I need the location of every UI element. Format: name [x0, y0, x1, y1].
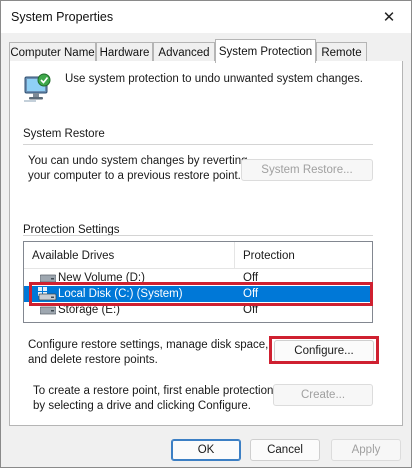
drive-row-e[interactable]: Storage (E:) Off — [24, 302, 372, 318]
system-restore-description-line2: your computer to a previous restore poin… — [28, 170, 241, 182]
window-title: System Properties — [11, 10, 114, 24]
create-button[interactable]: Create... — [273, 384, 373, 406]
system-restore-title: System Restore — [23, 128, 105, 140]
system-drive-icon — [38, 287, 57, 301]
drive-icon — [40, 306, 56, 315]
drive-row-d[interactable]: New Volume (D:) Off — [24, 270, 372, 286]
column-protection[interactable]: Protection — [235, 242, 372, 269]
tab-strip: Computer Name Hardware Advanced System P… — [9, 39, 403, 63]
system-restore-divider — [23, 144, 373, 145]
protection-settings-divider — [23, 235, 373, 236]
configure-description-line1: Configure restore settings, manage disk … — [28, 339, 269, 351]
drive-icon — [40, 274, 56, 283]
apply-button[interactable]: Apply — [331, 439, 401, 461]
drive-row-c[interactable]: Local Disk (C:) (System) Off — [24, 286, 372, 302]
tab-hardware[interactable]: Hardware — [96, 42, 153, 62]
close-button[interactable]: ✕ — [367, 1, 411, 33]
drive-protection-status: Off — [243, 288, 259, 300]
system-restore-button[interactable]: System Restore... — [241, 159, 373, 181]
ok-button[interactable]: OK — [171, 439, 241, 461]
drive-name: Storage (E:) — [58, 304, 120, 316]
drive-name: Local Disk (C:) (System) — [58, 288, 183, 300]
cancel-button[interactable]: Cancel — [250, 439, 320, 461]
drives-listview[interactable]: Available Drives Protection New Volume (… — [23, 241, 373, 323]
drive-name: New Volume (D:) — [58, 272, 145, 284]
configure-button[interactable]: Configure... — [274, 340, 374, 362]
tab-computer-name[interactable]: Computer Name — [9, 42, 96, 62]
tab-system-protection[interactable]: System Protection — [215, 39, 316, 63]
system-properties-window: System Properties ✕ Computer Name Hardwa… — [0, 0, 412, 468]
column-available-drives[interactable]: Available Drives — [24, 242, 235, 269]
system-restore-description-line1: You can undo system changes by reverting — [28, 155, 248, 167]
intro-text: Use system protection to undo unwanted s… — [65, 73, 363, 85]
tab-advanced[interactable]: Advanced — [153, 42, 215, 62]
drive-protection-status: Off — [243, 304, 259, 316]
computer-shield-icon — [24, 73, 51, 102]
tab-remote[interactable]: Remote — [316, 42, 367, 62]
create-description-line2: by selecting a drive and clicking Config… — [33, 400, 251, 412]
drives-list-header: Available Drives Protection — [24, 242, 372, 269]
title-bar: System Properties ✕ — [1, 1, 411, 33]
drive-protection-status: Off — [243, 272, 259, 284]
close-icon: ✕ — [382, 9, 396, 26]
configure-description-line2: and delete restore points. — [28, 354, 158, 366]
create-description-line1: To create a restore point, first enable … — [33, 385, 274, 397]
